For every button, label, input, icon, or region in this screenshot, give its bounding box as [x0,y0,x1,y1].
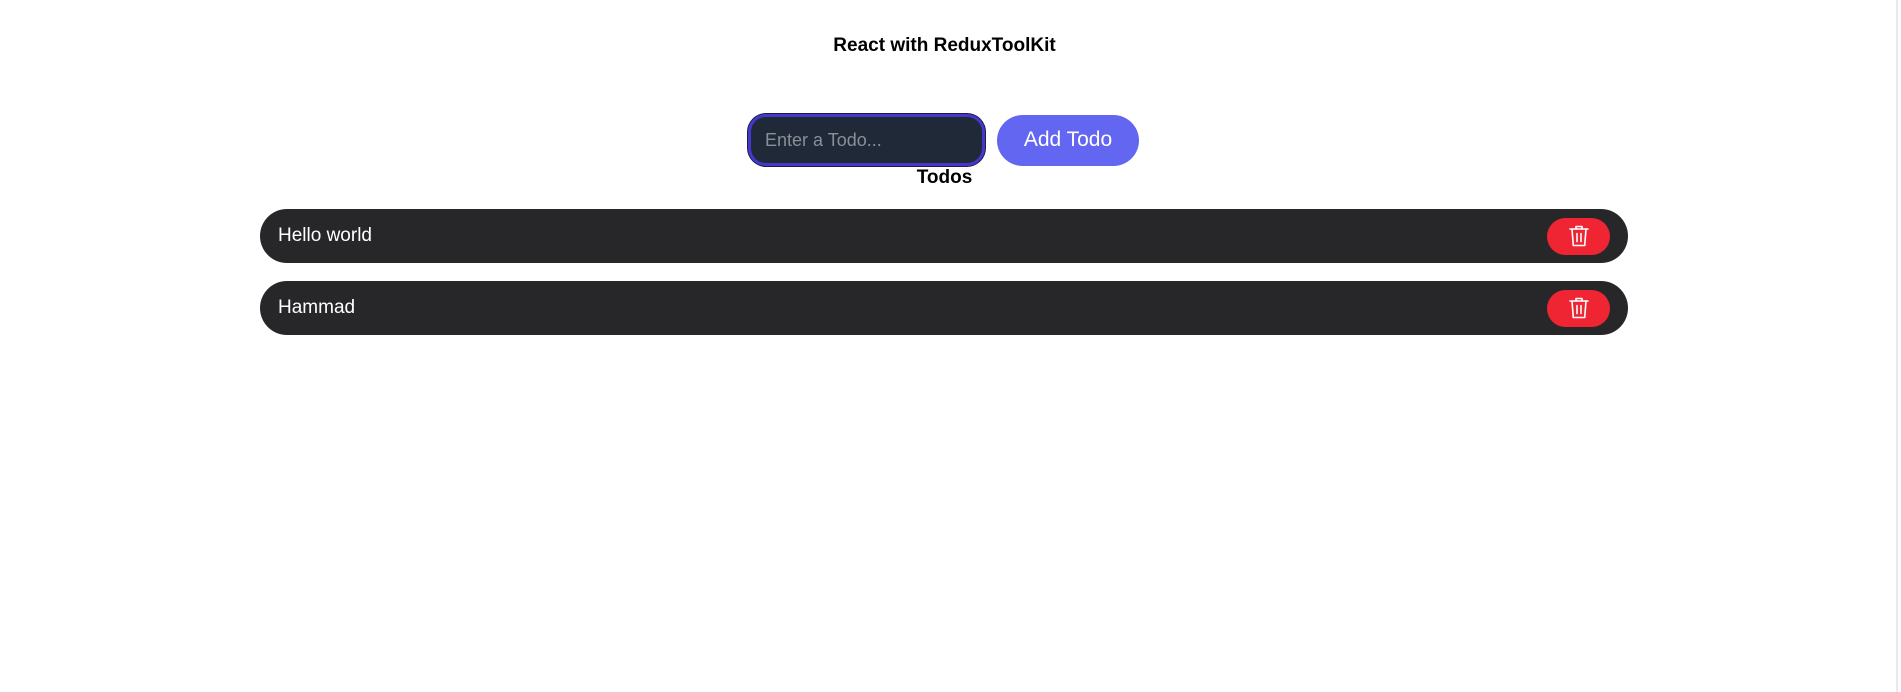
todo-item: Hello world [260,209,1628,263]
add-todo-button[interactable]: Add Todo [997,114,1139,166]
trash-icon [1568,224,1590,248]
todo-item: Hammad [260,281,1628,335]
trash-icon [1568,296,1590,320]
delete-todo-button[interactable] [1547,217,1610,255]
todo-list: Hello world Hammad [260,209,1628,353]
page-title: React with ReduxToolKit [833,35,1056,56]
todo-input[interactable] [748,114,985,166]
app-page: React with ReduxToolKit Add Todo Todos H… [0,0,1901,692]
scrollbar[interactable] [1896,0,1898,692]
delete-todo-button[interactable] [1547,289,1610,327]
todos-heading: Todos [916,167,973,188]
add-todo-form: Add Todo [748,114,1139,166]
todo-text: Hello world [278,225,372,246]
todo-text: Hammad [278,297,356,318]
